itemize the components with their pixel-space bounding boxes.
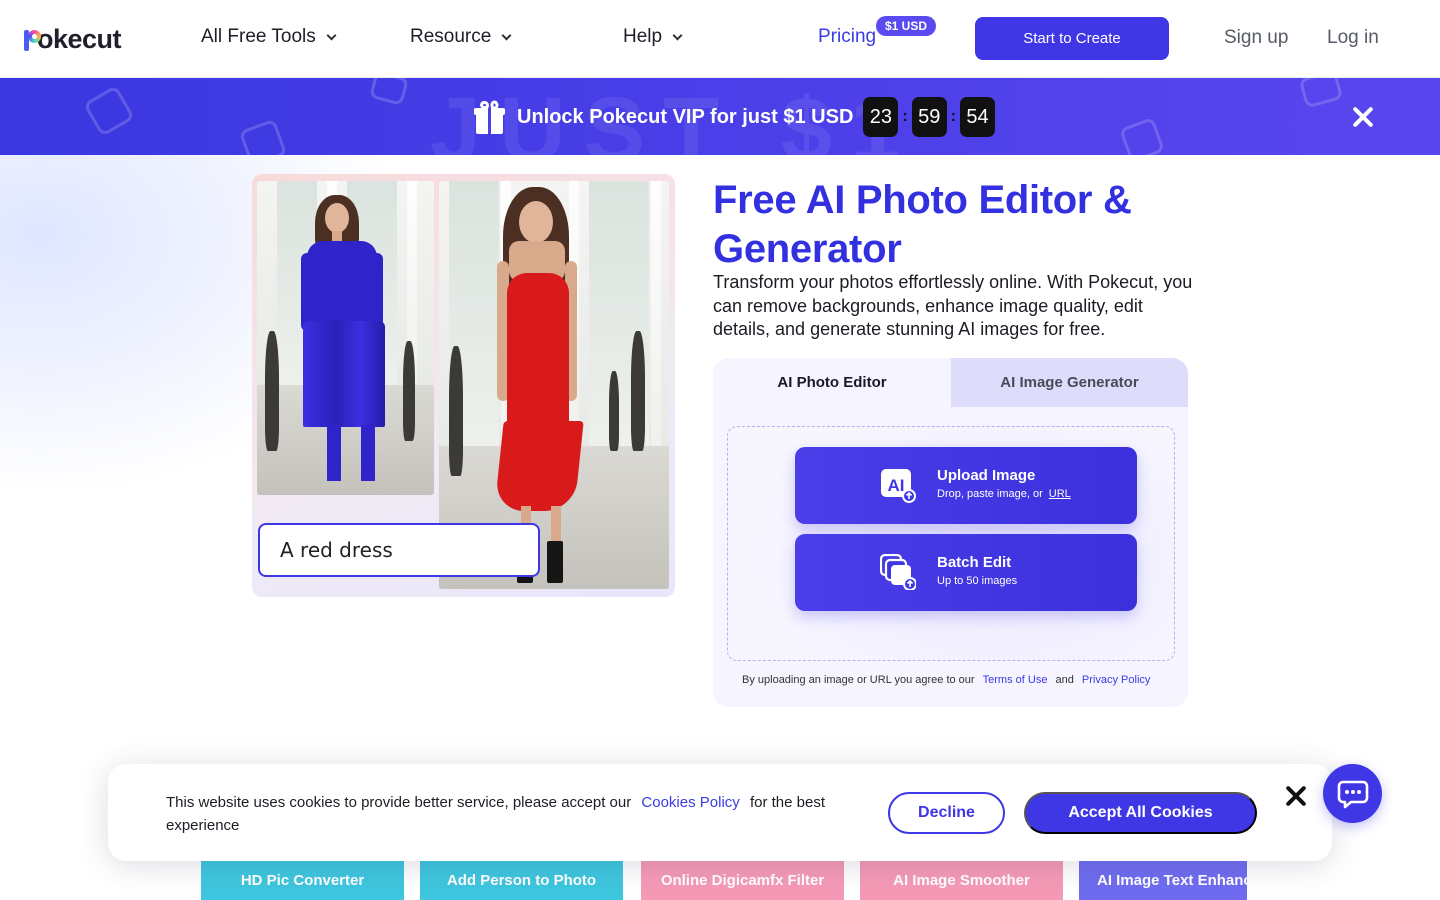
terms-notice: By uploading an image or URL you agree t… <box>742 674 1155 686</box>
chevron-down-icon <box>326 30 337 40</box>
start-to-create-button[interactable]: Start to Create <box>975 17 1169 60</box>
accept-all-cookies-button[interactable]: Accept All Cookies <box>1024 792 1257 834</box>
privacy-policy-link[interactable]: Privacy Policy <box>1082 674 1150 686</box>
pokecut-logo[interactable]: okecut <box>24 24 122 55</box>
chat-support-button[interactable] <box>1323 764 1382 823</box>
upload-image-subtitle: Drop, paste image, or URL <box>937 488 1071 500</box>
close-icon[interactable] <box>1351 105 1375 129</box>
drop-zone[interactable]: AI Upload Image Drop, paste image, or URL… <box>727 426 1175 661</box>
tool-tile-label: AI Image Smoother <box>893 872 1030 889</box>
nav-all-free-tools[interactable]: All Free Tools <box>201 26 337 48</box>
chat-bubble-icon <box>1337 780 1368 808</box>
tool-tile-digicamfx-filter[interactable]: Online Digicamfx Filter <box>641 861 844 900</box>
ai-icon-text: AI <box>888 476 905 495</box>
close-icon[interactable] <box>1284 784 1308 808</box>
tool-tile-label: Online Digicamfx Filter <box>660 872 825 889</box>
nav-resource[interactable]: Resource <box>410 26 512 48</box>
nav-pricing[interactable]: Pricing <box>818 26 876 48</box>
hd-decor-icon <box>83 85 135 137</box>
page-title: Free AI Photo Editor & Generator <box>713 178 1132 271</box>
logo-icon <box>24 28 42 52</box>
timer-seconds: 54 <box>960 97 996 137</box>
upload-image-title: Upload Image <box>937 467 1036 484</box>
chevron-down-icon <box>501 30 512 40</box>
gift-icon <box>474 99 505 134</box>
sign-up-link[interactable]: Sign up <box>1224 27 1288 49</box>
nav-pricing-label: Pricing <box>818 26 877 47</box>
photo-decor-icon <box>1298 78 1344 109</box>
batch-edit-button[interactable]: Batch Edit Up to 50 images <box>795 534 1137 611</box>
nav-all-free-tools-label: All Free Tools <box>201 26 316 47</box>
terms-and: and <box>1055 674 1074 686</box>
grid-decor-icon <box>368 78 410 106</box>
terms-of-use-link[interactable]: Terms of Use <box>983 674 1048 686</box>
timer-minutes: 59 <box>911 97 947 137</box>
log-in-link[interactable]: Log in <box>1327 27 1379 49</box>
brand-name: okecut <box>37 24 122 54</box>
hero-description: Transform your photos effortlessly onlin… <box>713 272 1193 339</box>
url-link[interactable]: URL <box>1049 488 1071 500</box>
before-photo <box>257 181 434 495</box>
ai-upload-icon: AI <box>881 469 916 503</box>
batch-edit-title: Batch Edit <box>937 554 1012 571</box>
nav-help[interactable]: Help <box>623 26 683 48</box>
tool-tile-text-enhancer[interactable]: AI Image Text Enhancer <box>1079 861 1247 900</box>
nav-resource-label: Resource <box>410 26 492 47</box>
countdown-timer: 23 : 59 : 54 <box>863 97 996 137</box>
tab-ai-photo-editor[interactable]: AI Photo Editor <box>713 358 951 407</box>
cookie-message: This website uses cookies to provide bet… <box>166 791 846 837</box>
tool-tile-image-smoother[interactable]: AI Image Smoother <box>860 861 1063 900</box>
cookie-banner: This website uses cookies to provide bet… <box>108 764 1332 861</box>
tool-tile-label: AI Image Text Enhancer <box>1097 872 1247 889</box>
upload-image-button[interactable]: AI Upload Image Drop, paste image, or URL <box>795 447 1137 524</box>
pricing-badge: $1 USD <box>876 16 937 36</box>
smile-decor-icon <box>1118 116 1166 155</box>
decline-button[interactable]: Decline <box>888 792 1005 834</box>
banner-text: Unlock Pokecut VIP for just $1 USD <box>517 105 854 128</box>
nav-help-label: Help <box>623 26 663 47</box>
chevron-down-icon <box>672 30 683 40</box>
tool-tile-label: Add Person to Photo <box>446 872 597 889</box>
promo-banner: JUST $1 Unlock Pokecut VIP for just $1 U… <box>0 78 1440 155</box>
batch-edit-subtitle: Up to 50 images <box>937 575 1018 587</box>
upload-panel: AI Photo Editor AI Image Generator AI Up… <box>713 358 1188 707</box>
timer-hours: 23 <box>863 97 899 137</box>
tab-ai-image-generator[interactable]: AI Image Generator <box>951 358 1188 407</box>
tool-tile-add-person[interactable]: Add Person to Photo <box>420 861 623 900</box>
batch-images-icon <box>880 554 916 590</box>
cookie-text-before: This website uses cookies to provide bet… <box>166 794 632 811</box>
tool-tile-hd-pic-converter[interactable]: HD Pic Converter <box>201 861 404 900</box>
terms-prefix: By uploading an image or URL you agree t… <box>742 674 975 686</box>
cookies-policy-link[interactable]: Cookies Policy <box>641 794 739 811</box>
image-decor-icon <box>238 118 288 155</box>
prompt-text-box: A red dress <box>258 523 540 577</box>
tool-tile-label: HD Pic Converter <box>240 872 365 889</box>
top-nav: okecut All Free Tools Resource Help Pric… <box>0 0 1440 78</box>
